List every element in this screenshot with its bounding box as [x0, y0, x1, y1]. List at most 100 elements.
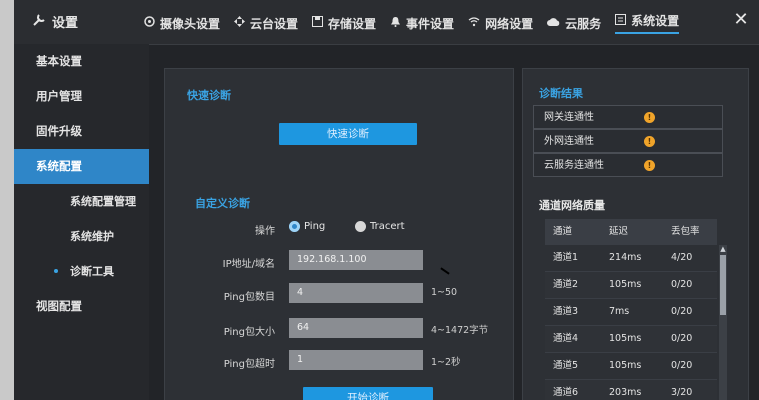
close-icon: ✕: [733, 9, 749, 30]
tab-network[interactable]: 网络设置: [468, 12, 533, 34]
table-cell: 3/20: [671, 387, 693, 398]
tab-label: 云服务: [565, 16, 602, 31]
table-row[interactable]: 通道6 203ms 3/20: [545, 380, 717, 400]
ping-count-input[interactable]: 4: [289, 283, 423, 303]
channel-quality-table: 通道 延迟 丢包率 通道1 214ms 4/20 通道2 105ms 0/20 …: [545, 219, 717, 400]
sidebar-item-label: 系统维护: [70, 230, 114, 243]
table-row[interactable]: 通道3 7ms 0/20: [545, 299, 717, 326]
scroll-thumb[interactable]: [720, 255, 726, 315]
column-header: 通道: [553, 226, 573, 237]
quick-diagnosis-title: 快速诊断: [187, 89, 231, 102]
scroll-up-icon[interactable]: ▲: [719, 245, 727, 253]
ping-timeout-label: Ping包超时: [223, 359, 275, 370]
sidebar-item-label: 系统配置: [36, 159, 82, 173]
sidebar-item-config-manage[interactable]: 系统配置管理: [14, 184, 149, 219]
table-row[interactable]: 通道2 105ms 0/20: [545, 272, 717, 299]
tab-label: 系统设置: [631, 14, 680, 28]
tab-label: 摄像头设置: [160, 16, 221, 31]
custom-diagnosis-title: 自定义诊断: [195, 197, 250, 210]
sidebar-item-label: 系统配置管理: [70, 195, 136, 208]
result-gateway: 网关连通性 !: [533, 105, 723, 129]
sidebar-item-maintenance[interactable]: 系统维护: [14, 219, 149, 254]
radio-label: Tracert: [370, 221, 405, 232]
ping-size-input[interactable]: 64: [289, 318, 423, 338]
sidebar-item-system-config[interactable]: 系统配置: [14, 149, 149, 184]
table-cell: 203ms: [609, 387, 642, 398]
results-panel: 诊断结果 网关连通性 ! 外网连通性 ! 云服务连通性 ! 通道网络质量 通道 …: [522, 68, 749, 400]
start-diagnosis-button[interactable]: 开始诊断: [303, 387, 433, 400]
radio-label: Ping: [304, 221, 326, 232]
table-cell: 0/20: [671, 360, 693, 371]
result-label: 云服务连通性: [544, 160, 604, 171]
column-header: 延迟: [609, 226, 629, 237]
warning-icon: !: [644, 160, 655, 171]
sidebar-item-label: 基本设置: [36, 54, 82, 68]
tab-bar: 摄像头设置 云台设置 存储设置 事件设置 网络设置 云服务 系统设置: [144, 12, 680, 34]
sidebar-item-label: 诊断工具: [70, 265, 114, 278]
radio-unchecked-icon: [355, 221, 366, 232]
sidebar-item-view-config[interactable]: 视图配置: [14, 289, 149, 324]
table-row[interactable]: 通道1 214ms 4/20: [545, 245, 717, 272]
diagnosis-result-title: 诊断结果: [539, 87, 583, 100]
sidebar-item-diagnostics[interactable]: 诊断工具: [14, 254, 149, 289]
result-label: 外网连通性: [544, 136, 594, 147]
tab-camera[interactable]: 摄像头设置: [144, 12, 220, 34]
warning-icon: !: [644, 112, 655, 123]
ptz-icon: [234, 16, 246, 30]
selected-dot-icon: [54, 269, 58, 273]
wifi-icon: [468, 16, 480, 30]
sidebar-item-firmware[interactable]: 固件升级: [14, 114, 149, 149]
table-cell: 通道3: [553, 306, 579, 317]
table-cell: 105ms: [609, 333, 642, 344]
table-scrollbar[interactable]: ▲: [719, 245, 727, 400]
table-row[interactable]: 通道4 105ms 0/20: [545, 326, 717, 353]
sidebar-item-users[interactable]: 用户管理: [14, 79, 149, 114]
ping-timeout-hint: 1~2秒: [431, 357, 461, 368]
result-internet: 外网连通性 !: [533, 129, 723, 153]
tab-event[interactable]: 事件设置: [390, 12, 454, 34]
ping-size-hint: 4~1472字节: [431, 325, 489, 336]
ip-input[interactable]: 192.168.1.100: [289, 250, 423, 270]
sidebar-item-label: 固件升级: [36, 124, 82, 138]
settings-title-text: 设置: [52, 16, 79, 31]
storage-icon: [312, 16, 324, 30]
table-cell: 7ms: [609, 306, 630, 317]
warning-icon: !: [644, 136, 655, 147]
tab-cloud[interactable]: 云服务: [547, 12, 601, 34]
system-icon: [615, 13, 627, 28]
tab-storage[interactable]: 存储设置: [312, 12, 376, 34]
wrench-icon: [32, 13, 46, 31]
close-button[interactable]: ✕: [731, 10, 751, 30]
network-quality-title: 通道网络质量: [539, 199, 605, 212]
table-cell: 0/20: [671, 306, 693, 317]
radio-tracert[interactable]: Tracert: [355, 221, 405, 232]
radio-ping[interactable]: Ping: [289, 221, 325, 232]
sidebar-item-label: 视图配置: [36, 299, 82, 313]
app-window: 设置 摄像头设置 云台设置 存储设置 事件设置 网络设置 云服务 系统设置 ✕ …: [14, 0, 759, 400]
camera-icon: [144, 16, 155, 30]
sidebar-item-basic[interactable]: 基本设置: [14, 44, 149, 79]
tab-system[interactable]: 系统设置: [615, 12, 680, 34]
tab-ptz[interactable]: 云台设置: [234, 12, 298, 34]
radio-checked-icon: [289, 221, 300, 232]
operation-label: 操作: [255, 226, 275, 237]
result-cloud: 云服务连通性 !: [533, 153, 723, 177]
table-header: 通道 延迟 丢包率: [545, 219, 717, 245]
quick-diagnosis-button[interactable]: 快速诊断: [279, 123, 417, 145]
table-cell: 105ms: [609, 279, 642, 290]
table-cell: 通道4: [553, 333, 579, 344]
table-cell: 通道5: [553, 360, 579, 371]
settings-title: 设置: [32, 12, 78, 31]
table-cell: 通道6: [553, 387, 579, 398]
tab-label: 事件设置: [406, 16, 455, 31]
top-bar: 设置 摄像头设置 云台设置 存储设置 事件设置 网络设置 云服务 系统设置 ✕: [14, 0, 759, 45]
table-row[interactable]: 通道5 105ms 0/20: [545, 353, 717, 380]
result-label: 网关连通性: [544, 112, 594, 123]
ping-count-hint: 1~50: [431, 287, 458, 298]
table-cell: 214ms: [609, 252, 642, 263]
table-cell: 105ms: [609, 360, 642, 371]
diagnostics-panel: 快速诊断 快速诊断 自定义诊断 操作 Ping Tracert IP地址/域名 …: [164, 68, 514, 400]
table-cell: 通道1: [553, 252, 579, 263]
sidebar: 基本设置 用户管理 固件升级 系统配置 系统配置管理 系统维护 诊断工具 视图配…: [14, 44, 149, 400]
ping-timeout-input[interactable]: 1: [289, 350, 423, 370]
